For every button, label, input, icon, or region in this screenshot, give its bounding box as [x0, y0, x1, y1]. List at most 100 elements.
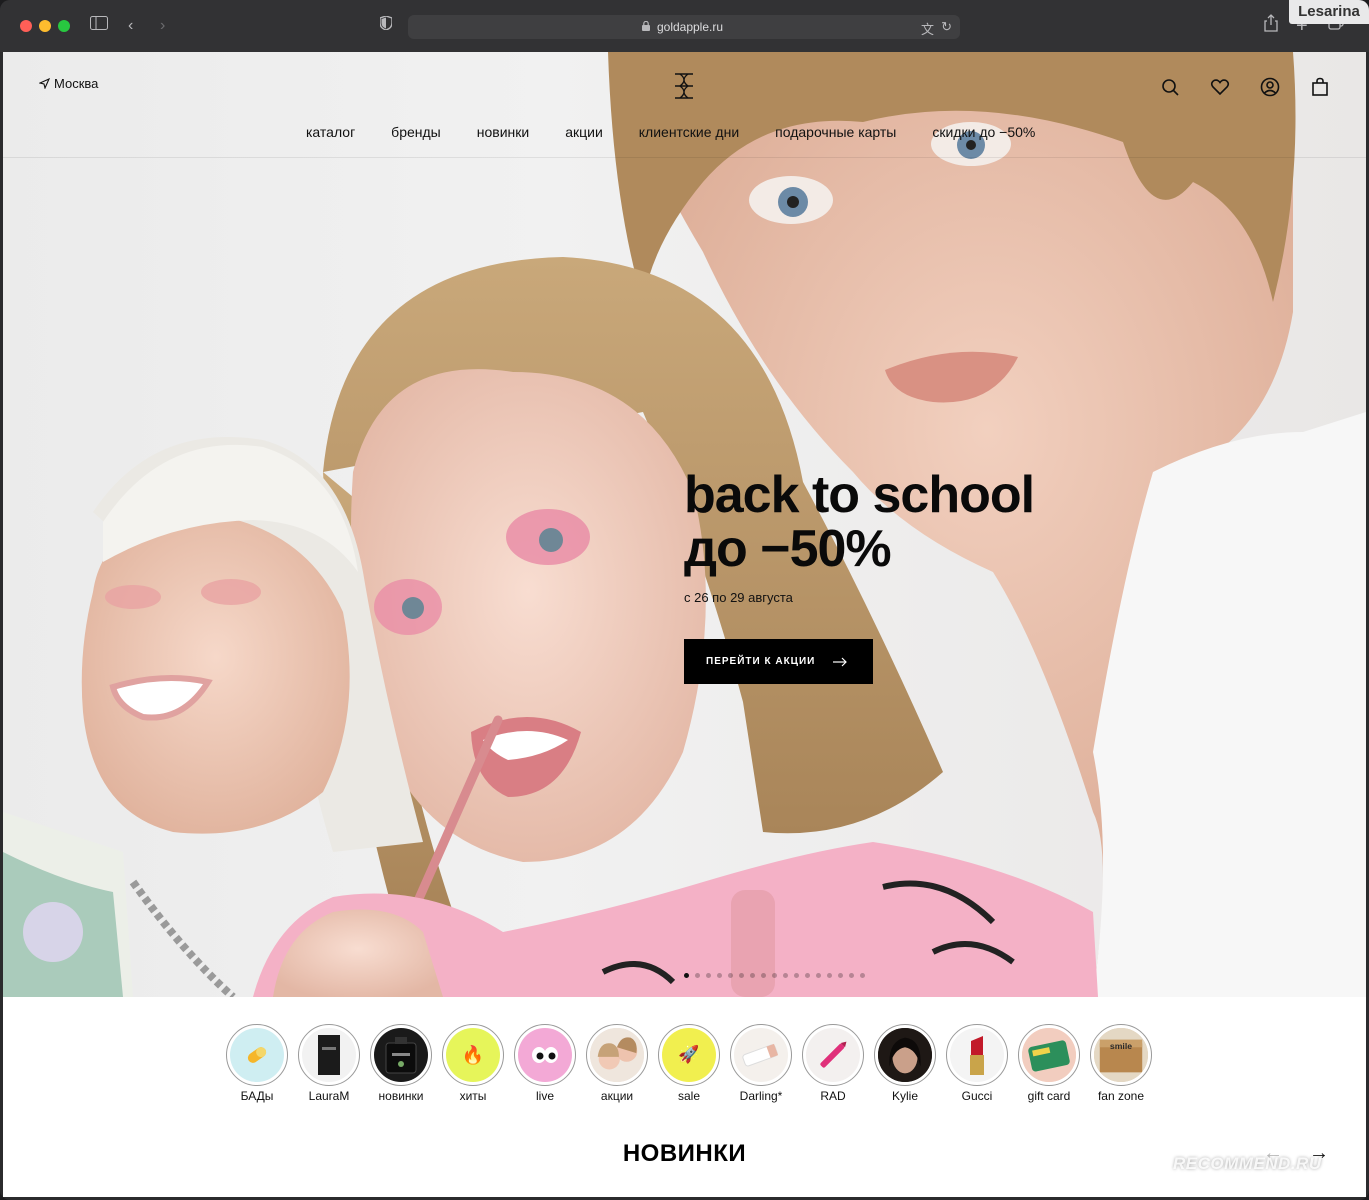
- story-label: fan zone: [1097, 1089, 1145, 1103]
- privacy-shield-icon[interactable]: [379, 14, 393, 38]
- nav-item-gift-cards[interactable]: подарочные карты: [775, 124, 896, 140]
- story-ring[interactable]: 🚀: [658, 1024, 720, 1086]
- perfume-bottle-icon: [374, 1028, 428, 1082]
- slider-dot[interactable]: [684, 973, 689, 978]
- slider-dot[interactable]: [838, 973, 843, 978]
- stories-row: БАДы LauraM новинки 🔥 хиты live акции 🚀 sale Darl…: [221, 1024, 1157, 1103]
- story-ring[interactable]: 🔥: [442, 1024, 504, 1086]
- story-item[interactable]: БАДы: [221, 1024, 293, 1103]
- slider-dot[interactable]: [750, 973, 755, 978]
- location-arrow-icon: [39, 78, 50, 89]
- url-text: goldapple.ru: [656, 20, 724, 34]
- story-ring[interactable]: [370, 1024, 432, 1086]
- story-label: RAD: [820, 1089, 846, 1103]
- sidebar-toggle-icon[interactable]: [90, 14, 108, 38]
- nav-item-new[interactable]: новинки: [477, 124, 529, 140]
- nav-item-brands[interactable]: бренды: [391, 124, 441, 140]
- back-icon[interactable]: ‹: [128, 14, 133, 38]
- favorites-heart-icon[interactable]: [1209, 76, 1231, 98]
- story-item[interactable]: акции: [581, 1024, 653, 1103]
- story-label: live: [535, 1089, 554, 1103]
- story-item[interactable]: gift card: [1013, 1024, 1085, 1103]
- story-ring[interactable]: [730, 1024, 792, 1086]
- cart-bag-icon[interactable]: [1309, 76, 1331, 98]
- slider-dot[interactable]: [783, 973, 788, 978]
- nav-item-catalog[interactable]: каталог: [306, 124, 355, 140]
- nav-item-discounts[interactable]: скидки до −50%: [932, 124, 1035, 140]
- story-label: Darling*: [739, 1089, 783, 1103]
- web-page: Москва каталог бренды новинки акции клие…: [3, 52, 1366, 1197]
- story-ring[interactable]: [514, 1024, 576, 1086]
- close-window-button[interactable]: [20, 20, 32, 32]
- slider-dot[interactable]: [739, 973, 744, 978]
- main-nav: каталог бренды новинки акции клиентские …: [306, 124, 1071, 140]
- kylie-portrait-icon: [878, 1028, 932, 1082]
- story-item[interactable]: Gucci: [941, 1024, 1013, 1103]
- story-item[interactable]: Kylie: [869, 1024, 941, 1103]
- gift-card-icon: [1022, 1028, 1076, 1082]
- forward-icon[interactable]: ›: [160, 14, 165, 38]
- arrow-right-icon: [833, 657, 848, 666]
- promo-dates: с 26 по 29 августа: [684, 590, 793, 605]
- city-selector[interactable]: Москва: [39, 76, 98, 91]
- account-icon[interactable]: [1259, 76, 1281, 98]
- slider-dot[interactable]: [816, 973, 821, 978]
- story-item[interactable]: live: [509, 1024, 581, 1103]
- fire-icon: 🔥: [446, 1028, 500, 1082]
- slider-dot[interactable]: [761, 973, 766, 978]
- story-item[interactable]: Darling*: [725, 1024, 797, 1103]
- slider-dot[interactable]: [794, 973, 799, 978]
- story-ring[interactable]: smile: [1090, 1024, 1152, 1086]
- minimize-window-button[interactable]: [39, 20, 51, 32]
- smile-box-icon: smile: [1094, 1028, 1148, 1082]
- story-item[interactable]: RAD: [797, 1024, 869, 1103]
- address-bar[interactable]: goldapple.ru 文 ↻: [408, 15, 960, 39]
- slider-dot[interactable]: [728, 973, 733, 978]
- nav-item-client-days[interactable]: клиентские дни: [639, 124, 739, 140]
- models-photo-icon: [590, 1028, 644, 1082]
- story-item[interactable]: 🚀 sale: [653, 1024, 725, 1103]
- story-label: хиты: [459, 1089, 487, 1103]
- slider-dot[interactable]: [706, 973, 711, 978]
- story-ring[interactable]: [586, 1024, 648, 1086]
- go-to-sale-button[interactable]: ПЕРЕЙТИ К АКЦИИ: [684, 639, 873, 684]
- zoom-window-button[interactable]: [58, 20, 70, 32]
- story-label: новинки: [378, 1089, 424, 1103]
- story-ring[interactable]: [802, 1024, 864, 1086]
- translate-icon[interactable]: 文: [921, 19, 934, 38]
- promo-title-line2: до −50%: [684, 520, 892, 578]
- slider-dot[interactable]: [695, 973, 700, 978]
- foundation-bottle-icon: [302, 1028, 356, 1082]
- story-ring[interactable]: [226, 1024, 288, 1086]
- lip-liner-icon: [806, 1028, 860, 1082]
- slider-dot[interactable]: [772, 973, 777, 978]
- reload-icon[interactable]: ↻: [941, 19, 952, 35]
- story-ring[interactable]: [1018, 1024, 1080, 1086]
- nav-item-sales[interactable]: акции: [565, 124, 603, 140]
- story-item[interactable]: LauraM: [293, 1024, 365, 1103]
- slider-dot[interactable]: [805, 973, 810, 978]
- share-icon[interactable]: [1264, 14, 1278, 38]
- story-item[interactable]: 🔥 хиты: [437, 1024, 509, 1103]
- story-label: акции: [600, 1089, 634, 1103]
- slider-dot[interactable]: [827, 973, 832, 978]
- slider-pagination: [684, 973, 865, 978]
- promo-block: back to school до −50% с 26 по 29 август…: [684, 468, 1035, 684]
- story-item[interactable]: новинки: [365, 1024, 437, 1103]
- story-ring[interactable]: [298, 1024, 360, 1086]
- slider-dot[interactable]: [717, 973, 722, 978]
- story-label: LauraM: [308, 1089, 350, 1103]
- hero-banner[interactable]: Москва каталог бренды новинки акции клие…: [3, 52, 1366, 997]
- story-item[interactable]: smile fan zone: [1085, 1024, 1157, 1103]
- slider-dot[interactable]: [860, 973, 865, 978]
- story-label: Kylie: [891, 1089, 918, 1103]
- search-icon[interactable]: [1159, 76, 1181, 98]
- watermark-username: Lesarina: [1289, 0, 1369, 24]
- story-ring[interactable]: [946, 1024, 1008, 1086]
- section-title-new: НОВИНКИ: [622, 1140, 747, 1167]
- story-label: Gucci: [961, 1089, 993, 1103]
- eyes-icon: [518, 1028, 572, 1082]
- story-ring[interactable]: [874, 1024, 936, 1086]
- gold-apple-logo[interactable]: [671, 72, 697, 100]
- slider-dot[interactable]: [849, 973, 854, 978]
